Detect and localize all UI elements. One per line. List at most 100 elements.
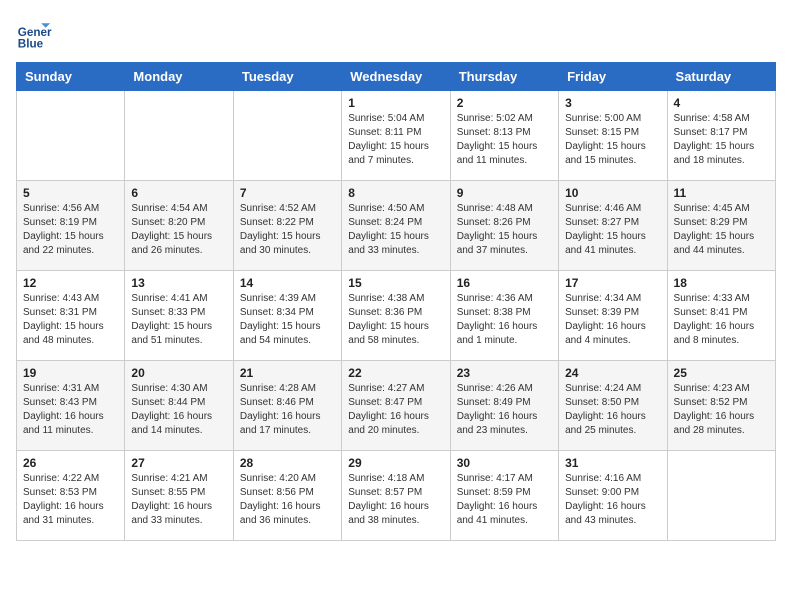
day-info: Sunrise: 4:41 AM Sunset: 8:33 PM Dayligh… xyxy=(131,292,226,348)
calendar-cell: 20Sunrise: 4:30 AM Sunset: 8:44 PM Dayli… xyxy=(125,361,233,451)
day-number: 23 xyxy=(457,366,552,380)
day-info: Sunrise: 4:34 AM Sunset: 8:39 PM Dayligh… xyxy=(565,292,660,348)
calendar-cell: 30Sunrise: 4:17 AM Sunset: 8:59 PM Dayli… xyxy=(450,451,558,541)
day-number: 26 xyxy=(23,456,118,470)
calendar-cell: 29 Sunrise: 4:18 AM Sunset: 8:57 PM Dayli… xyxy=(342,451,450,541)
calendar-header-wednesday: Wednesday xyxy=(342,63,450,91)
day-number: 17 xyxy=(565,276,660,290)
day-info: Sunrise: 4:22 AM Sunset: 8:53 PM Dayligh… xyxy=(23,472,118,528)
day-number: 7 xyxy=(240,186,335,200)
calendar-cell: 15 Sunrise: 4:38 AM Sunset: 8:36 PM Dayli… xyxy=(342,271,450,361)
logo: General Blue xyxy=(16,16,52,52)
day-info: Sunrise: 4:43 AM Sunset: 8:31 PM Dayligh… xyxy=(23,292,118,348)
calendar-cell: 24 Sunrise: 4:24 AM Sunset: 8:50 PM Dayli… xyxy=(559,361,667,451)
day-info: Sunrise: 5:00 AM Sunset: 8:15 PM Dayligh… xyxy=(565,112,660,168)
day-number: 8 xyxy=(348,186,443,200)
day-number: 14 xyxy=(240,276,335,290)
calendar-cell xyxy=(667,451,775,541)
day-info: Sunrise: 4:33 AM Sunset: 8:41 PM Dayligh… xyxy=(674,292,769,348)
calendar-cell: 7 Sunrise: 4:52 AM Sunset: 8:22 PM Daylig… xyxy=(233,181,341,271)
day-info: Sunrise: 4:27 AM Sunset: 8:47 PM Dayligh… xyxy=(348,382,443,438)
calendar-cell: 8 Sunrise: 4:50 AM Sunset: 8:24 PM Daylig… xyxy=(342,181,450,271)
day-number: 4 xyxy=(674,96,769,110)
calendar-cell: 14 Sunrise: 4:39 AM Sunset: 8:34 PM Dayli… xyxy=(233,271,341,361)
calendar-header-tuesday: Tuesday xyxy=(233,63,341,91)
day-number: 10 xyxy=(565,186,660,200)
calendar-table: SundayMondayTuesdayWednesdayThursdayFrid… xyxy=(16,62,776,541)
calendar-header-sunday: Sunday xyxy=(17,63,125,91)
day-number: 6 xyxy=(131,186,226,200)
day-number: 22 xyxy=(348,366,443,380)
calendar-header-row: SundayMondayTuesdayWednesdayThursdayFrid… xyxy=(17,63,776,91)
calendar-header-friday: Friday xyxy=(559,63,667,91)
day-number: 13 xyxy=(131,276,226,290)
day-info: Sunrise: 5:02 AM Sunset: 8:13 PM Dayligh… xyxy=(457,112,552,168)
day-number: 21 xyxy=(240,366,335,380)
day-number: 25 xyxy=(674,366,769,380)
day-number: 9 xyxy=(457,186,552,200)
day-number: 3 xyxy=(565,96,660,110)
day-info: Sunrise: 4:18 AM Sunset: 8:57 PM Dayligh… xyxy=(348,472,443,528)
calendar-cell: 27 Sunrise: 4:21 AM Sunset: 8:55 PM Dayli… xyxy=(125,451,233,541)
day-info: Sunrise: 4:38 AM Sunset: 8:36 PM Dayligh… xyxy=(348,292,443,348)
day-info: Sunrise: 4:23 AM Sunset: 8:52 PM Dayligh… xyxy=(674,382,769,438)
calendar-week-4: 19 Sunrise: 4:31 AM Sunset: 8:43 PM Dayli… xyxy=(17,361,776,451)
calendar-cell: 22 Sunrise: 4:27 AM Sunset: 8:47 PM Dayli… xyxy=(342,361,450,451)
calendar-cell: 28 Sunrise: 4:20 AM Sunset: 8:56 PM Dayli… xyxy=(233,451,341,541)
day-number: 27 xyxy=(131,456,226,470)
calendar-cell: 11 Sunrise: 4:45 AM Sunset: 8:29 PM Dayli… xyxy=(667,181,775,271)
calendar-header-saturday: Saturday xyxy=(667,63,775,91)
day-number: 16 xyxy=(457,276,552,290)
day-number: 5 xyxy=(23,186,118,200)
calendar-cell: 10 Sunrise: 4:46 AM Sunset: 8:27 PM Dayli… xyxy=(559,181,667,271)
calendar-week-1: 1 Sunrise: 5:04 AM Sunset: 8:11 PM Daylig… xyxy=(17,91,776,181)
calendar-cell xyxy=(125,91,233,181)
calendar-cell: 17 Sunrise: 4:34 AM Sunset: 8:39 PM Dayli… xyxy=(559,271,667,361)
day-info: Sunrise: 4:24 AM Sunset: 8:50 PM Dayligh… xyxy=(565,382,660,438)
day-info: Sunrise: 4:36 AM Sunset: 8:38 PM Dayligh… xyxy=(457,292,552,348)
day-info: Sunrise: 5:04 AM Sunset: 8:11 PM Dayligh… xyxy=(348,112,443,168)
day-info: Sunrise: 4:31 AM Sunset: 8:43 PM Dayligh… xyxy=(23,382,118,438)
day-info: Sunrise: 4:21 AM Sunset: 8:55 PM Dayligh… xyxy=(131,472,226,528)
calendar-cell: 26 Sunrise: 4:22 AM Sunset: 8:53 PM Dayli… xyxy=(17,451,125,541)
day-number: 31 xyxy=(565,456,660,470)
calendar-cell: 5Sunrise: 4:56 AM Sunset: 8:19 PM Daylig… xyxy=(17,181,125,271)
day-info: Sunrise: 4:16 AM Sunset: 9:00 PM Dayligh… xyxy=(565,472,660,528)
day-info: Sunrise: 4:30 AM Sunset: 8:44 PM Dayligh… xyxy=(131,382,226,438)
day-number: 24 xyxy=(565,366,660,380)
calendar-header-thursday: Thursday xyxy=(450,63,558,91)
calendar-cell: 13 Sunrise: 4:41 AM Sunset: 8:33 PM Dayli… xyxy=(125,271,233,361)
day-info: Sunrise: 4:26 AM Sunset: 8:49 PM Dayligh… xyxy=(457,382,552,438)
calendar-week-2: 5Sunrise: 4:56 AM Sunset: 8:19 PM Daylig… xyxy=(17,181,776,271)
calendar-week-5: 26 Sunrise: 4:22 AM Sunset: 8:53 PM Dayli… xyxy=(17,451,776,541)
calendar-cell xyxy=(233,91,341,181)
day-info: Sunrise: 4:50 AM Sunset: 8:24 PM Dayligh… xyxy=(348,202,443,258)
day-info: Sunrise: 4:20 AM Sunset: 8:56 PM Dayligh… xyxy=(240,472,335,528)
calendar-cell: 3 Sunrise: 5:00 AM Sunset: 8:15 PM Daylig… xyxy=(559,91,667,181)
day-number: 15 xyxy=(348,276,443,290)
calendar-cell xyxy=(17,91,125,181)
calendar-cell: 19 Sunrise: 4:31 AM Sunset: 8:43 PM Dayli… xyxy=(17,361,125,451)
day-number: 19 xyxy=(23,366,118,380)
calendar-cell: 4 Sunrise: 4:58 AM Sunset: 8:17 PM Daylig… xyxy=(667,91,775,181)
svg-text:Blue: Blue xyxy=(18,38,44,51)
calendar-cell: 6Sunrise: 4:54 AM Sunset: 8:20 PM Daylig… xyxy=(125,181,233,271)
day-number: 29 xyxy=(348,456,443,470)
page-header: General Blue xyxy=(16,16,776,52)
logo-icon: General Blue xyxy=(16,16,52,52)
calendar-cell: 9 Sunrise: 4:48 AM Sunset: 8:26 PM Daylig… xyxy=(450,181,558,271)
day-number: 11 xyxy=(674,186,769,200)
day-info: Sunrise: 4:58 AM Sunset: 8:17 PM Dayligh… xyxy=(674,112,769,168)
calendar-cell: 16 Sunrise: 4:36 AM Sunset: 8:38 PM Dayli… xyxy=(450,271,558,361)
calendar-cell: 31 Sunrise: 4:16 AM Sunset: 9:00 PM Dayli… xyxy=(559,451,667,541)
calendar-cell: 2Sunrise: 5:02 AM Sunset: 8:13 PM Daylig… xyxy=(450,91,558,181)
day-number: 1 xyxy=(348,96,443,110)
day-number: 18 xyxy=(674,276,769,290)
day-info: Sunrise: 4:46 AM Sunset: 8:27 PM Dayligh… xyxy=(565,202,660,258)
day-info: Sunrise: 4:39 AM Sunset: 8:34 PM Dayligh… xyxy=(240,292,335,348)
day-info: Sunrise: 4:48 AM Sunset: 8:26 PM Dayligh… xyxy=(457,202,552,258)
day-info: Sunrise: 4:45 AM Sunset: 8:29 PM Dayligh… xyxy=(674,202,769,258)
calendar-cell: 18 Sunrise: 4:33 AM Sunset: 8:41 PM Dayli… xyxy=(667,271,775,361)
day-info: Sunrise: 4:52 AM Sunset: 8:22 PM Dayligh… xyxy=(240,202,335,258)
day-number: 28 xyxy=(240,456,335,470)
